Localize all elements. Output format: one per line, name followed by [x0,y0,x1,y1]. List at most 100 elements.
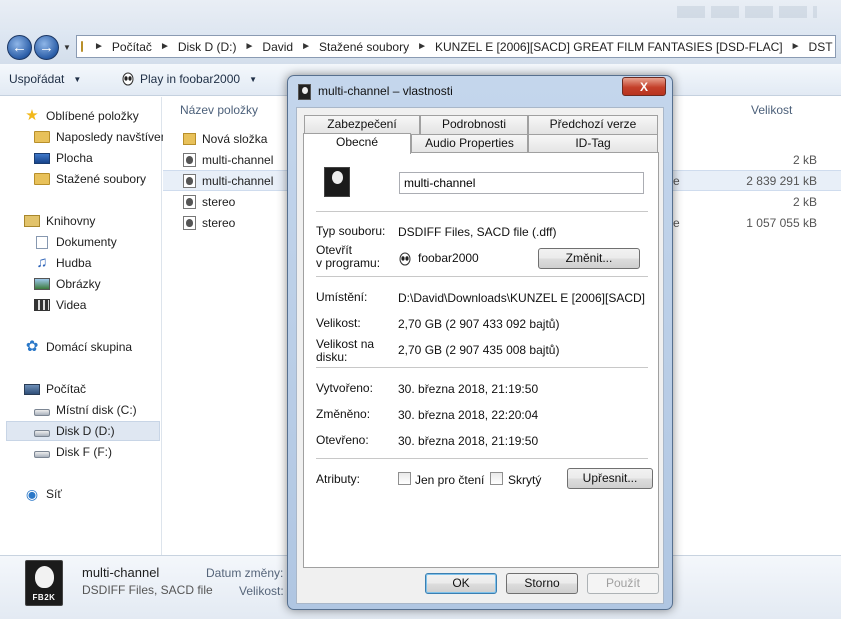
play-label: Play in foobar2000 [140,72,241,86]
created-label: Vytvořeno: [316,381,373,395]
film-strip-icon [34,299,50,311]
file-icon [183,194,196,209]
sidebar-item-desktop[interactable]: Plocha [34,148,93,168]
file-icon [183,152,196,167]
forward-button[interactable]: → [34,35,59,60]
breadcrumb-disk-d[interactable]: Disk D (D:) [175,40,240,54]
dialog-body: Zabezpečení Podrobnosti Předchozí verze … [296,107,664,604]
apply-button: Použít [587,573,659,594]
file-size: 1 057 055 kB [746,215,817,230]
breadcrumb-computer[interactable]: Počítač [109,40,155,54]
sidebar-item-recent[interactable]: Naposledy navštívené [34,127,174,147]
sidebar-label: Plocha [56,151,93,165]
sidebar-item-libraries[interactable]: Knihovny [24,211,95,231]
chevron-right-icon[interactable]: ► [155,41,175,52]
address-bar[interactable]: ► Počítač ► Disk D (D:) ► David ► Stažen… [76,35,836,58]
change-program-button[interactable]: Změnit... [538,248,640,269]
organize-menu[interactable]: Uspořádat ▼ [9,72,81,86]
chevron-right-icon[interactable]: ► [296,41,316,52]
divider [316,458,648,460]
sidebar-label: Síť [46,487,62,501]
divider [316,276,648,278]
close-button[interactable]: X [622,77,666,96]
sidebar-label: Domácí skupina [46,340,133,354]
sidebar-item-homegroup[interactable]: ✿ Domácí skupina [24,337,132,357]
sidebar-item-music[interactable]: ♫ Hudba [34,253,91,273]
sidebar-label: Disk D (D:) [56,424,115,438]
column-header-size[interactable]: Velikost [751,103,792,117]
breadcrumb-dst[interactable]: DST [806,40,835,54]
documents-icon [36,235,48,249]
star-icon: ★ [25,107,39,124]
tab-details[interactable]: Podrobnosti [420,115,528,134]
advanced-button[interactable]: Upřesnit... [567,468,653,489]
breadcrumb-album[interactable]: KUNZEL E [2006][SACD] GREAT FILM FANTASI… [432,40,786,54]
back-button[interactable]: ← [7,35,32,60]
chevron-right-icon[interactable]: ► [89,41,109,52]
sidebar-item-favorites[interactable]: ★ Oblíbené položky [24,106,138,126]
foobar-alien-icon [399,252,411,266]
sidebar-label: Počítač [46,382,87,396]
sidebar-label: Hudba [56,256,92,270]
sidebar-label: Dokumenty [56,235,117,249]
details-size-label: Velikost: [239,584,284,598]
readonly-label: Jen pro čtení [415,473,485,487]
readonly-checkbox[interactable] [398,472,411,485]
cancel-button[interactable]: Storno [506,573,578,594]
accessed-value: 30. března 2018, 21:19:50 [398,434,539,448]
recent-places-icon [34,131,50,143]
file-size: 2 839 291 kB [746,173,817,188]
breadcrumb-downloads[interactable]: Stažené soubory [316,40,412,54]
sidebar-label: Naposledy navštívené [56,130,175,144]
file-name-field[interactable] [399,172,644,194]
navigation-pane: ★ Oblíbené položky Naposledy navštívené … [0,97,174,555]
column-header-name[interactable]: Název položky [180,103,258,117]
file-name: Nová složka [202,131,268,146]
dropdown-arrow-icon: ▼ [73,74,82,84]
hidden-checkbox[interactable] [490,472,503,485]
foobar-file-icon [183,173,196,188]
file-icon [298,84,311,100]
tab-id-tag[interactable]: ID-Tag [528,134,658,153]
sidebar-item-downloads[interactable]: Stažené soubory [34,169,146,189]
chevron-right-icon[interactable]: ► [412,41,432,52]
tab-previous-versions[interactable]: Předchozí verze [528,115,658,134]
sidebar-item-drive-f[interactable]: Disk F (F:) [34,442,112,462]
pictures-icon [34,278,50,290]
folder-icon [183,132,196,145]
chevron-right-icon[interactable]: ► [240,41,260,52]
attributes-label: Atributy: [316,472,361,486]
tab-general[interactable]: Obecné [303,133,411,154]
chevron-right-icon[interactable]: ► [786,41,806,52]
tab-audio-properties[interactable]: Audio Properties [411,134,528,153]
sidebar-item-documents[interactable]: Dokumenty [34,232,117,252]
sidebar-label: Stažené soubory [56,172,147,186]
divider [316,211,648,213]
size-on-disk-value: 2,70 GB (2 907 435 008 bajtů) [398,343,560,357]
sidebar-item-network[interactable]: ◉ Síť [24,484,62,504]
ok-button[interactable]: OK [425,573,497,594]
sidebar-label: Místní disk (C:) [56,403,137,417]
play-in-foobar-button[interactable]: Play in foobar2000 ▼ [121,72,257,86]
file-name: stereo [202,215,236,230]
foobar-file-icon [183,215,196,230]
tab-security[interactable]: Zabezpečení [304,115,420,134]
sidebar-item-pictures[interactable]: Obrázky [34,274,101,294]
details-file-type: DSDIFF Files, SACD file [82,583,213,597]
recent-pages-dropdown-icon[interactable]: ▼ [63,43,71,52]
details-modified-label: Datum změny: [206,566,284,580]
location-label: Umístění: [316,290,368,304]
sidebar-item-computer[interactable]: Počítač [24,379,86,399]
properties-dialog: multi-channel – vlastnosti X Zabezpečení… [287,75,673,610]
location-value: D:\David\Downloads\KUNZEL E [2006][SACD]… [398,291,648,305]
breadcrumb-david[interactable]: David [259,40,296,54]
sidebar-item-drive-c[interactable]: Místní disk (C:) [34,400,137,420]
sidebar-item-videos[interactable]: Videa [34,295,86,315]
organize-label: Uspořádat [9,72,65,86]
network-icon: ◉ [25,486,39,502]
general-tab-panel: Typ souboru: DSDIFF Files, SACD file (.d… [303,152,659,568]
opens-with-value: foobar2000 [398,251,479,266]
file-size: 2 kB [792,152,817,167]
sidebar-item-drive-d[interactable]: Disk D (D:) [6,421,160,441]
sidebar-label: Obrázky [56,277,101,291]
